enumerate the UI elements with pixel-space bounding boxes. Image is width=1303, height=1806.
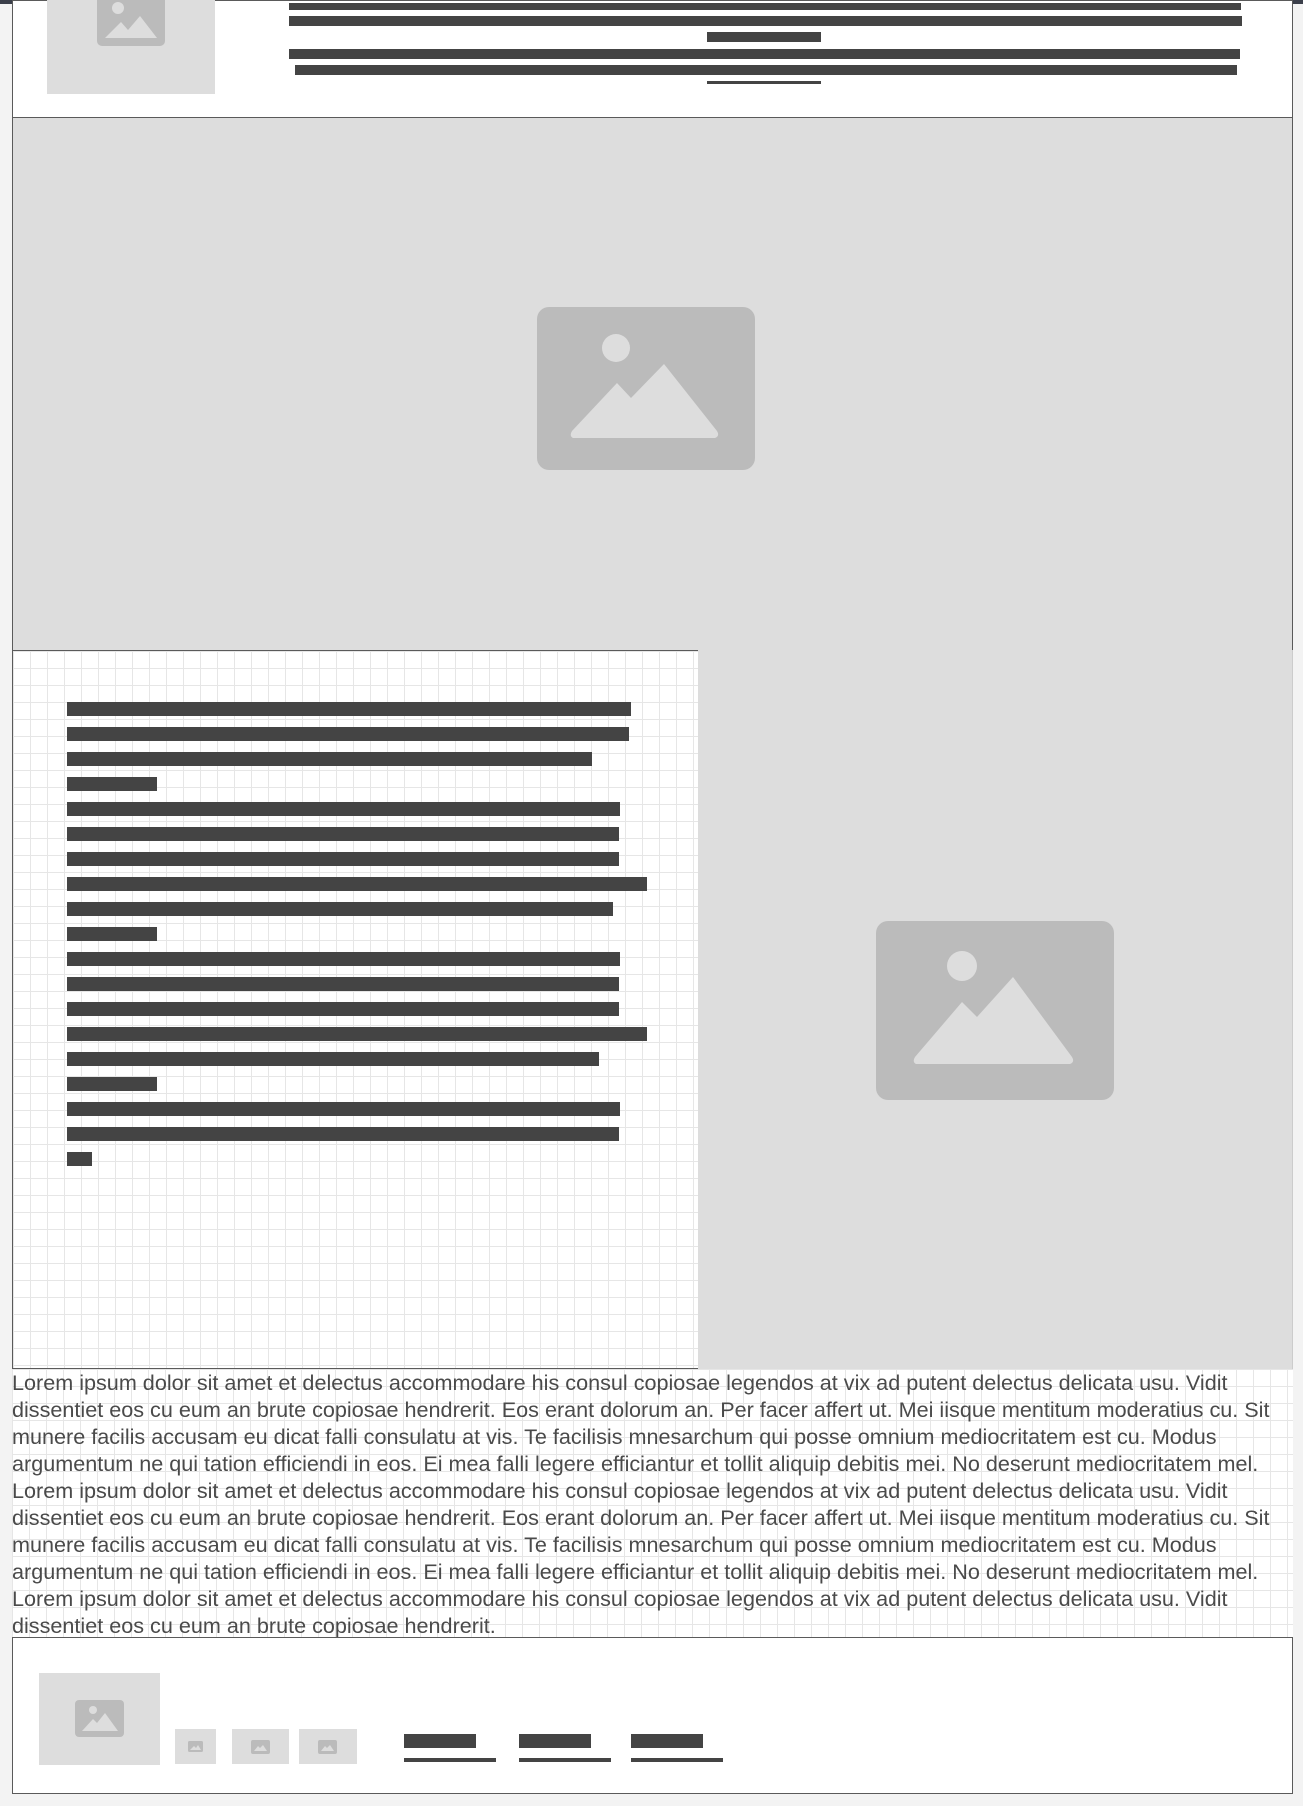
text-line <box>67 977 619 991</box>
content-text-card <box>12 650 698 1369</box>
text-line <box>67 702 631 716</box>
nav-line[interactable] <box>289 16 1242 26</box>
footer-link[interactable] <box>519 1734 591 1748</box>
image-icon <box>188 1741 203 1752</box>
footer-thumb[interactable] <box>232 1729 289 1764</box>
text-line <box>67 1002 619 1016</box>
text-line <box>67 1102 620 1116</box>
image-icon <box>876 921 1114 1100</box>
text-line <box>67 1077 157 1091</box>
text-line <box>67 927 157 941</box>
image-icon <box>75 1700 124 1737</box>
text-line <box>67 852 619 866</box>
hero-image-placeholder <box>12 118 1293 650</box>
footer-link-underline <box>631 1758 723 1762</box>
footer-link-underline <box>404 1758 496 1762</box>
text-line <box>67 1027 647 1041</box>
content-image-placeholder <box>698 650 1293 1369</box>
header-logo-placeholder[interactable] <box>47 0 215 94</box>
text-line <box>67 802 620 816</box>
nav-line[interactable] <box>295 65 1237 75</box>
text-line <box>67 952 620 966</box>
text-line <box>67 777 157 791</box>
body-paragraph: Lorem ipsum dolor sit amet et delectus a… <box>12 1370 1270 1637</box>
footer-link[interactable] <box>404 1734 476 1748</box>
text-line <box>67 902 613 916</box>
footer-logo-placeholder[interactable] <box>39 1673 160 1765</box>
text-line <box>67 1127 619 1141</box>
text-line <box>67 1052 599 1066</box>
text-line <box>67 727 629 741</box>
nav-line[interactable] <box>707 32 821 42</box>
text-line <box>67 752 592 766</box>
nav-line[interactable] <box>707 81 821 84</box>
text-line <box>67 827 619 841</box>
footer-thumb[interactable] <box>175 1729 216 1764</box>
nav-line[interactable] <box>289 3 1241 10</box>
image-icon <box>97 0 165 46</box>
footer-thumb[interactable] <box>299 1729 357 1764</box>
header <box>12 0 1293 118</box>
footer-link-underline <box>519 1758 611 1762</box>
text-line <box>67 1152 92 1166</box>
footer <box>12 1637 1293 1794</box>
text-line <box>67 877 647 891</box>
image-icon <box>318 1740 337 1754</box>
footer-link[interactable] <box>631 1734 703 1748</box>
image-icon <box>537 307 755 470</box>
nav-line[interactable] <box>289 49 1240 59</box>
image-icon <box>251 1740 270 1754</box>
